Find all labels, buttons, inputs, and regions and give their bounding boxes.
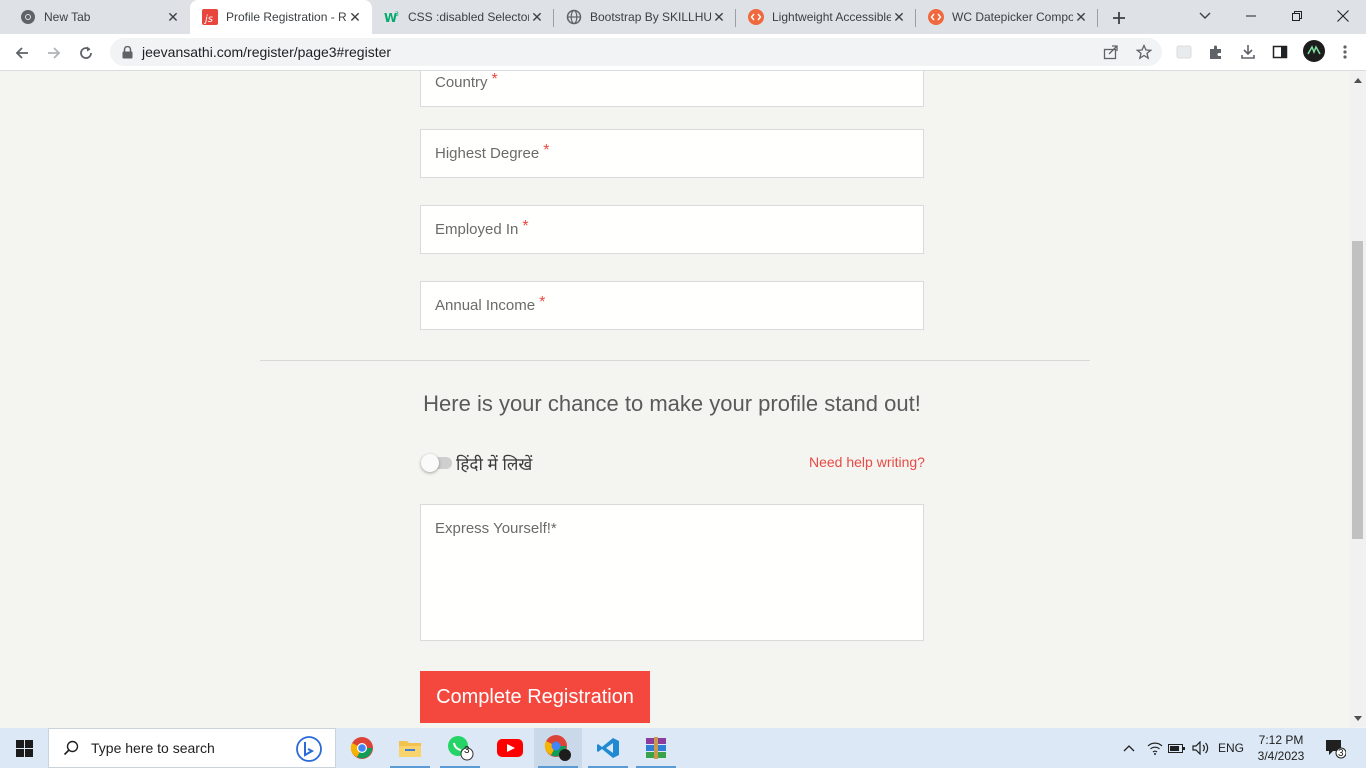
new-tab-button[interactable] — [1108, 7, 1130, 29]
tab-strip: New Tab ✕ js Profile Registration - R ✕ … — [0, 0, 1366, 34]
whatsapp-icon[interactable]: 3 — [436, 728, 484, 768]
scroll-down-icon[interactable] — [1350, 711, 1366, 725]
w3schools-icon: W3 — [384, 9, 400, 25]
js-icon: js — [202, 9, 218, 25]
notifications-icon[interactable]: 3 — [1318, 728, 1352, 768]
close-tab-icon[interactable]: ✕ — [165, 9, 181, 25]
battery-icon[interactable] — [1166, 728, 1188, 768]
tab-search-icon[interactable] — [1182, 0, 1228, 32]
tab-wc-datepicker[interactable]: WC Datepicker Compo ✕ — [916, 0, 1098, 34]
express-yourself-textarea[interactable]: Express Yourself!* — [420, 504, 924, 641]
tab-bootstrap[interactable]: Bootstrap By SKILLHUB ✕ — [554, 0, 736, 34]
minimize-button[interactable] — [1228, 0, 1274, 32]
winrar-icon[interactable] — [632, 728, 680, 768]
taskbar-clock[interactable]: 7:12 PM 3/4/2023 — [1250, 732, 1312, 764]
page-scrollbar[interactable] — [1350, 71, 1366, 727]
annual-income-label: Annual Income * — [435, 294, 546, 314]
menu-kebab-icon[interactable] — [1336, 43, 1354, 61]
required-asterisk: * — [543, 142, 550, 159]
svg-text:js: js — [203, 14, 213, 25]
taskbar-chrome-profile-icon[interactable] — [534, 728, 582, 768]
tab-title: Lightweight Accessible — [772, 10, 891, 24]
tab-title: CSS :disabled Selector — [408, 10, 529, 24]
wifi-icon[interactable] — [1144, 728, 1166, 768]
search-placeholder: Type here to search — [91, 740, 215, 756]
code-icon — [928, 9, 944, 25]
chrome-icon — [20, 9, 36, 25]
puzzle-icon[interactable] — [1207, 43, 1225, 61]
page-viewport: Country * Highest Degree * Employed In * An… — [0, 71, 1350, 727]
tab-title: WC Datepicker Compo — [952, 10, 1073, 24]
scrollbar-thumb[interactable] — [1352, 241, 1363, 539]
notification-count: 3 — [1338, 748, 1344, 759]
windows-start-icon[interactable] — [0, 728, 48, 768]
extension-icon[interactable] — [1175, 43, 1193, 61]
close-tab-icon[interactable]: ✕ — [891, 9, 907, 25]
reload-button[interactable] — [72, 39, 100, 67]
annual-income-field[interactable]: Annual Income * — [420, 281, 924, 330]
employed-in-field[interactable]: Employed In * — [420, 205, 924, 254]
toggle-knob — [421, 454, 439, 472]
country-field[interactable]: Country * — [420, 71, 924, 107]
whatsapp-badge: 3 — [464, 745, 470, 756]
required-asterisk: * — [491, 71, 498, 88]
profile-avatar[interactable] — [1303, 40, 1325, 62]
standout-heading: Here is your chance to make your profile… — [423, 391, 921, 416]
required-asterisk: * — [550, 520, 557, 537]
browser-toolbar: jeevansathi.com/register/page3#register — [0, 34, 1366, 71]
clock-time: 7:12 PM — [1258, 733, 1304, 747]
close-tab-icon[interactable]: ✕ — [347, 9, 363, 25]
need-help-link[interactable]: Need help writing? — [809, 454, 925, 470]
volume-icon[interactable] — [1190, 728, 1212, 768]
youtube-icon[interactable] — [486, 728, 534, 768]
highest-degree-field[interactable]: Highest Degree * — [420, 129, 924, 178]
complete-registration-button[interactable]: Complete Registration — [420, 671, 650, 723]
scroll-up-icon[interactable] — [1350, 73, 1366, 87]
globe-icon — [566, 9, 582, 25]
code-icon — [748, 9, 764, 25]
bookmark-star-icon[interactable] — [1135, 43, 1153, 61]
url-text: jeevansathi.com/register/page3#register — [142, 44, 392, 60]
hindi-toggle-label: हिंदी में लिखें — [456, 455, 533, 474]
show-hidden-icons[interactable] — [1118, 728, 1140, 768]
bing-icon[interactable] — [295, 736, 323, 762]
address-bar[interactable]: jeevansathi.com/register/page3#register — [110, 38, 1162, 66]
lock-icon[interactable] — [120, 45, 134, 59]
hindi-toggle[interactable] — [421, 454, 452, 472]
share-icon[interactable] — [1102, 43, 1120, 61]
vscode-icon[interactable] — [584, 728, 632, 768]
tab-new-tab[interactable]: New Tab ✕ — [8, 0, 190, 34]
close-window-button[interactable] — [1320, 0, 1366, 32]
highest-degree-label: Highest Degree * — [435, 142, 550, 162]
close-tab-icon[interactable]: ✕ — [529, 9, 545, 25]
tab-lightweight-accessible[interactable]: Lightweight Accessible ✕ — [736, 0, 916, 34]
file-explorer-icon[interactable] — [386, 728, 434, 768]
tab-title: Profile Registration - R — [226, 10, 347, 24]
employed-in-label: Employed In * — [435, 218, 529, 238]
tab-profile-registration[interactable]: js Profile Registration - R ✕ — [190, 0, 372, 34]
side-panel-icon[interactable] — [1271, 43, 1289, 61]
back-button[interactable] — [8, 39, 36, 67]
required-asterisk: * — [539, 294, 546, 311]
tab-title: Bootstrap By SKILLHUB — [590, 10, 711, 24]
express-yourself-label: Express Yourself!* — [435, 520, 557, 537]
forward-button[interactable] — [40, 39, 68, 67]
taskbar-chrome-icon[interactable] — [338, 728, 386, 768]
download-icon[interactable] — [1239, 43, 1257, 61]
language-indicator[interactable]: ENG — [1214, 728, 1248, 768]
section-divider — [260, 360, 1090, 361]
svg-text:3: 3 — [395, 11, 399, 18]
restore-button[interactable] — [1274, 0, 1320, 32]
country-label: Country * — [435, 71, 498, 91]
tab-title: New Tab — [44, 10, 91, 24]
close-tab-icon[interactable]: ✕ — [1073, 9, 1089, 25]
clock-date: 3/4/2023 — [1257, 749, 1305, 763]
windows-taskbar: Type here to search 3 ENG 7:12 PM 3/4/20… — [0, 728, 1366, 768]
close-tab-icon[interactable]: ✕ — [711, 9, 727, 25]
search-icon — [63, 740, 79, 756]
tab-css-disabled[interactable]: W3 CSS :disabled Selector ✕ — [372, 0, 554, 34]
required-asterisk: * — [522, 218, 529, 235]
taskbar-search[interactable]: Type here to search — [48, 728, 336, 768]
